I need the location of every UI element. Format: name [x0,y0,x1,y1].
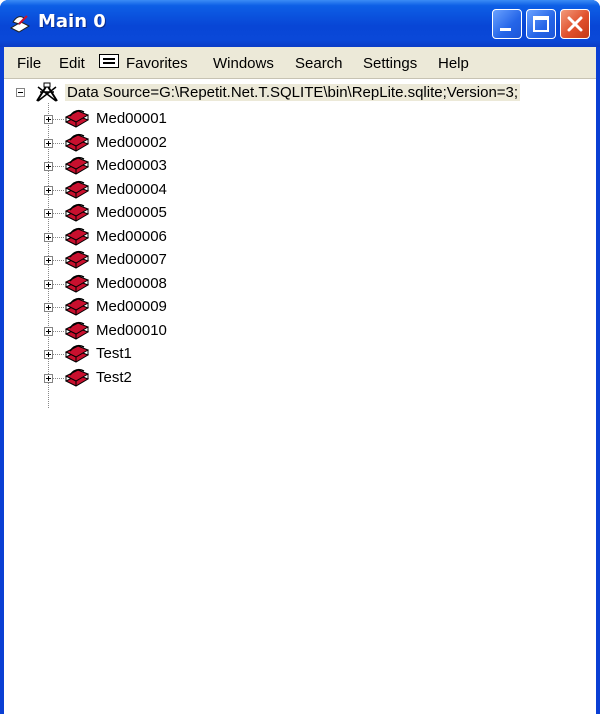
database-icon [64,109,90,128]
menu-edit[interactable]: Edit [59,55,85,72]
tree-item-label[interactable]: Med00006 [96,228,167,245]
menu-bar: File Edit Favorites Windows Search Setti… [4,47,596,79]
root-collapse-toggle[interactable] [16,88,25,97]
close-icon [567,16,583,32]
database-icon [64,368,90,387]
menu-help[interactable]: Help [438,55,469,72]
main-window: Main 0 File Edit Favorites Windows Searc… [0,0,600,714]
app-icon [9,15,31,33]
tree-item-label[interactable]: Med00010 [96,322,167,339]
minimize-button[interactable] [492,9,522,39]
maximize-icon [533,16,549,32]
tree-expand-toggle[interactable] [44,327,53,336]
database-icon [64,180,90,199]
database-icon [64,344,90,363]
tree-item-label[interactable]: Test1 [96,345,132,362]
tree-expand-toggle[interactable] [44,162,53,171]
tree-expand-toggle[interactable] [44,186,53,195]
database-icon [64,250,90,269]
tree-view[interactable]: Data Source=G:\Repetit.Net.T.SQLITE\bin\… [4,79,596,714]
title-bar[interactable]: Main 0 [0,0,600,47]
database-icon [64,156,90,175]
database-icon [64,297,90,316]
menu-settings[interactable]: Settings [363,55,417,72]
tree-expand-toggle[interactable] [44,280,53,289]
tree-item-label[interactable]: Med00002 [96,134,167,151]
window-title: Main 0 [38,11,106,32]
database-icon [64,227,90,246]
tree-expand-toggle[interactable] [44,115,53,124]
tree-expand-toggle[interactable] [44,350,53,359]
tree-item-label[interactable]: Med00004 [96,181,167,198]
tree-expand-toggle[interactable] [44,233,53,242]
database-icon [64,203,90,222]
menu-windows[interactable]: Windows [213,55,274,72]
tree-item-label[interactable]: Med00003 [96,157,167,174]
tree-expand-toggle[interactable] [44,209,53,218]
tree-item-label[interactable]: Med00001 [96,110,167,127]
menu-favorites[interactable]: Favorites [126,55,188,72]
database-icon [64,321,90,340]
tree-item-label[interactable]: Test2 [96,369,132,386]
maximize-button[interactable] [526,9,556,39]
connection-icon [36,82,58,102]
tree-item-label[interactable]: Med00008 [96,275,167,292]
database-icon [64,133,90,152]
favorites-icon [99,54,119,68]
tree-expand-toggle[interactable] [44,374,53,383]
close-button[interactable] [560,9,590,39]
tree-root-label[interactable]: Data Source=G:\Repetit.Net.T.SQLITE\bin\… [65,84,521,101]
menu-file[interactable]: File [17,55,41,72]
minimize-icon [500,28,511,31]
database-icon [64,274,90,293]
tree-expand-toggle[interactable] [44,303,53,312]
tree-item-label[interactable]: Med00009 [96,298,167,315]
tree-expand-toggle[interactable] [44,139,53,148]
tree-item-label[interactable]: Med00005 [96,204,167,221]
menu-search[interactable]: Search [295,55,343,72]
client-area: File Edit Favorites Windows Search Setti… [4,47,596,714]
tree-expand-toggle[interactable] [44,256,53,265]
tree-item-label[interactable]: Med00007 [96,251,167,268]
